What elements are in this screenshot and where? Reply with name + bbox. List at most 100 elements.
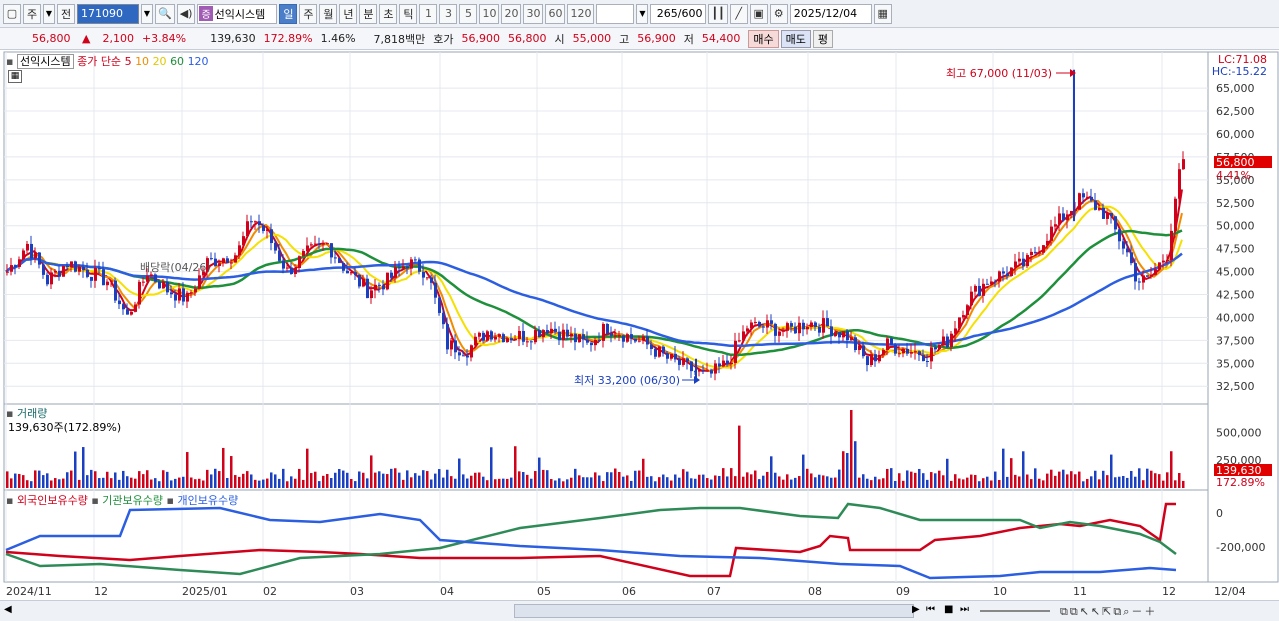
candle-body [218, 263, 221, 266]
volume-bar [830, 477, 833, 488]
nav-stop-icon[interactable]: ■ [944, 604, 953, 615]
volume-bar [158, 481, 161, 488]
calc-icon[interactable]: ▦ [8, 70, 22, 83]
candle-body [1182, 159, 1185, 170]
volume-bar [286, 481, 289, 488]
price-y-tick: 35,000 [1216, 357, 1255, 370]
interval-20[interactable]: 20 [501, 3, 522, 24]
legend-stock[interactable]: 선익시스템 [16, 54, 74, 69]
candle-body [394, 267, 397, 278]
buy-button[interactable]: 매수 [748, 29, 779, 48]
interval-120[interactable]: 120 [567, 3, 595, 24]
nav-first-icon[interactable]: ⏮ [926, 604, 935, 615]
price-change: 2,100 [102, 32, 134, 45]
stock-chart[interactable]: 500,000250,000 0-200,000 65,00062,50060,… [0, 50, 1279, 600]
scroll-thumb[interactable] [514, 604, 914, 618]
legend-ma-20[interactable]: 20 [153, 55, 167, 68]
volume-bar [146, 470, 149, 488]
search-icon[interactable]: 🔍 [155, 3, 175, 24]
interval-5[interactable]: 5 [459, 3, 478, 24]
scroll-right-icon[interactable]: ▶ [912, 604, 920, 615]
draw-tool-icon[interactable]: ╱ [729, 3, 748, 24]
legend-foreign[interactable]: 외국인보유수량 [17, 494, 88, 507]
volume-bar [446, 469, 449, 488]
volume-bar [894, 480, 897, 488]
period-day[interactable]: 일 [279, 3, 298, 24]
period-month[interactable]: 월 [319, 3, 338, 24]
candle-body [42, 264, 45, 275]
tools-icons[interactable]: ⧉⧉↖↖⇱⧉⌕－＋ [1060, 603, 1157, 619]
prev-button[interactable]: 전 [57, 3, 75, 24]
bottom-scrollbar[interactable]: ◀ ▶ ⏮ ■ ⏭ ⧉⧉↖↖⇱⧉⌕－＋ [0, 600, 1279, 621]
legend-institution[interactable]: 기관보유수량 [102, 494, 163, 507]
candle-body [462, 355, 465, 357]
zoom-slider[interactable] [980, 610, 1050, 612]
legend-ma-60[interactable]: 60 [170, 55, 184, 68]
volume-bar [358, 471, 361, 488]
volume-bar [270, 472, 273, 488]
data-count-box[interactable]: 265 /600 [650, 3, 707, 24]
candle-body [1162, 260, 1165, 263]
candle-body [338, 257, 341, 263]
volume-bar [490, 447, 493, 488]
candle-body [558, 331, 561, 341]
scroll-left-icon[interactable]: ◀ [4, 604, 12, 615]
candle-body [426, 277, 429, 279]
market-select[interactable]: 주 [23, 3, 41, 24]
legend-ma-120[interactable]: 120 [188, 55, 209, 68]
legend-ma-label[interactable]: 종가 단순 [77, 55, 121, 68]
custom-period-input[interactable] [596, 3, 635, 24]
candle-body [762, 326, 765, 328]
candle-body [302, 250, 305, 257]
candle-body [918, 351, 921, 356]
volume-bar [730, 468, 733, 488]
stock-code-input[interactable]: 171090 [77, 3, 139, 24]
candle-body [930, 347, 933, 362]
interval-10[interactable]: 10 [479, 3, 500, 24]
interval-1[interactable]: 1 [419, 3, 438, 24]
interval-60[interactable]: 60 [545, 3, 566, 24]
date-input[interactable]: 2025/12/04 [789, 3, 872, 24]
period-tick[interactable]: 틱 [399, 3, 418, 24]
period-second[interactable]: 초 [379, 3, 398, 24]
candle-body [542, 330, 545, 338]
candle-body [262, 225, 265, 231]
candle-icon[interactable]: ┃┃ [708, 3, 728, 24]
nav-last-icon[interactable]: ⏭ [960, 604, 969, 615]
volume-bar [230, 456, 233, 488]
code-dropdown-icon[interactable]: ▼ [141, 3, 153, 24]
candle-body [1178, 169, 1181, 199]
volume-bar [994, 471, 997, 488]
candle-body [286, 267, 289, 269]
period-week[interactable]: 주 [299, 3, 318, 24]
market-dropdown-icon[interactable]: ▼ [43, 3, 55, 24]
volume-bar [578, 475, 581, 488]
volume-bar [398, 472, 401, 488]
legend-individual[interactable]: 개인보유수량 [177, 494, 238, 507]
candle-body [1070, 210, 1073, 215]
x-axis-label: 08 [808, 585, 822, 598]
candle-body [422, 271, 425, 278]
candle-body [698, 370, 701, 372]
candle-body [1018, 258, 1021, 262]
candle-body [642, 336, 645, 341]
save-icon[interactable]: ▣ [749, 3, 768, 24]
volume-bar [638, 470, 641, 488]
legend-ma-5[interactable]: 5 [125, 55, 132, 68]
interval-30[interactable]: 30 [523, 3, 544, 24]
candle-body [226, 258, 229, 264]
sound-icon[interactable]: ◀) [176, 3, 196, 24]
period-dropdown-icon[interactable]: ▼ [636, 3, 649, 24]
sell-button[interactable]: 매도 [780, 29, 811, 48]
window-icon[interactable]: ▢ [3, 3, 21, 24]
volume-bar [182, 476, 185, 488]
period-year[interactable]: 년 [339, 3, 358, 24]
x-axis-label: 04 [440, 585, 454, 598]
legend-ma-10[interactable]: 10 [135, 55, 149, 68]
calendar-icon[interactable]: ▦ [873, 3, 892, 24]
volume-bar [662, 474, 665, 488]
eval-button[interactable]: 평 [812, 29, 834, 48]
gear-icon[interactable]: ⚙ [769, 3, 788, 24]
interval-3[interactable]: 3 [439, 3, 458, 24]
period-minute[interactable]: 분 [359, 3, 378, 24]
